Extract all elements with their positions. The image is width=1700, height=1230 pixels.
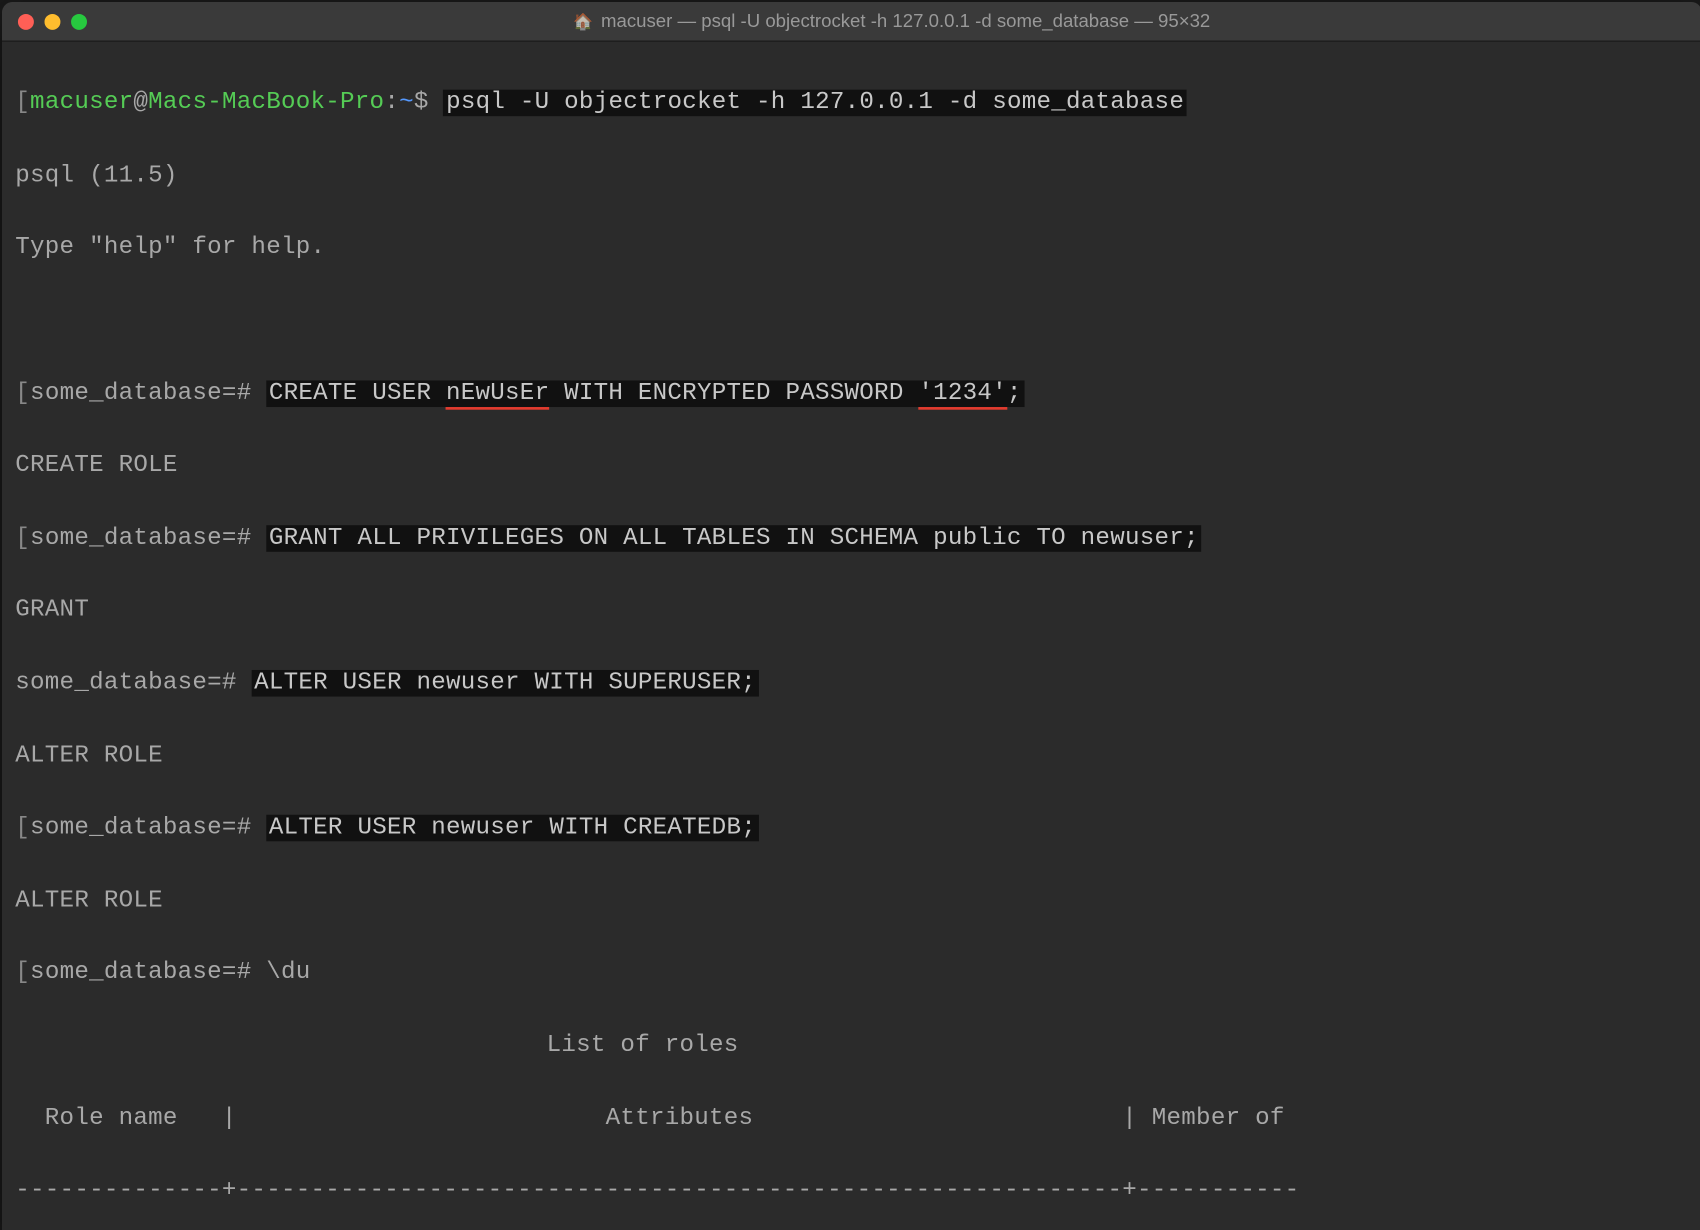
resp-create-role-1: CREATE ROLE [15,449,1688,485]
create-user-name: nEwUsEr [446,380,549,409]
blank [15,304,1688,340]
alter1-cmd: ALTER USER newuser WITH SUPERUSER; [251,670,758,697]
table1-title: List of roles [15,1029,1688,1065]
prompt-user: macuser [30,90,133,117]
shell-command: psql -U objectrocket -h 127.0.0.1 -d som… [443,90,1186,117]
resp-alter-1: ALTER ROLE [15,739,1688,775]
line-grant: [some_database=# GRANT ALL PRIVILEGES ON… [15,521,1688,557]
prompt-dollar: $ [414,90,429,117]
line-alter2: [some_database=# ALTER USER newuser WITH… [15,811,1688,847]
create-user-cmd: CREATE USER nEwUsEr WITH ENCRYPTED PASSW… [266,380,1024,407]
terminal-window: 🏠 macuser — psql -U objectrocket -h 127.… [2,2,1700,1230]
create-user-pw: '1234' [918,380,1007,409]
prompt-colon: : [384,90,399,117]
psql-version: psql (11.5) [15,159,1688,195]
zoom-icon[interactable] [71,13,87,29]
prompt-path: ~ [399,90,414,117]
line-create-user: [some_database=# CREATE USER nEwUsEr WIT… [15,376,1688,412]
resp-alter-2: ALTER ROLE [15,884,1688,920]
alter2-cmd: ALTER USER newuser WITH CREATEDB; [266,815,758,842]
create-user-pre: CREATE USER [269,380,446,407]
db-prompt: some_database=# [30,960,251,987]
bracket-open: [ [15,90,30,117]
home-icon: 🏠 [573,9,593,33]
grant-cmd: GRANT ALL PRIVILEGES ON ALL TABLES IN SC… [266,525,1201,552]
minimize-icon[interactable] [44,13,60,29]
create-user-end: ; [1007,380,1022,407]
bracket: [ [15,525,30,552]
db-prompt: some_database=# [30,380,251,407]
create-user-mid: WITH ENCRYPTED PASSWORD [549,380,918,407]
line-alter1: some_database=# ALTER USER newuser WITH … [15,666,1688,702]
prompt-at: @ [133,90,148,117]
resp-grant: GRANT [15,594,1688,630]
table1-divider: --------------+-------------------------… [15,1174,1688,1210]
window-title: macuser — psql -U objectrocket -h 127.0.… [601,7,1210,35]
table1-header: Role name | Attributes | Member of [15,1101,1688,1137]
help-hint: Type "help" for help. [15,231,1688,267]
db-prompt: some_database=# [30,815,251,842]
du-cmd: \du [266,960,310,987]
window-title-wrap: 🏠 macuser — psql -U objectrocket -h 127.… [98,7,1686,35]
line-shell-prompt: [macuser@Macs-MacBook-Pro:~$ psql -U obj… [15,86,1688,122]
bracket: [ [15,815,30,842]
traffic-lights [18,13,87,29]
prompt-host: Macs-MacBook-Pro [148,90,384,117]
line-du1: [some_database=# \du [15,956,1688,992]
close-icon[interactable] [18,13,34,29]
bracket: [ [15,960,30,987]
terminal-body[interactable]: [macuser@Macs-MacBook-Pro:~$ psql -U obj… [2,42,1700,1230]
titlebar: 🏠 macuser — psql -U objectrocket -h 127.… [2,2,1700,42]
bracket: [ [15,380,30,407]
db-prompt: some_database=# [15,670,236,697]
db-prompt: some_database=# [30,525,251,552]
